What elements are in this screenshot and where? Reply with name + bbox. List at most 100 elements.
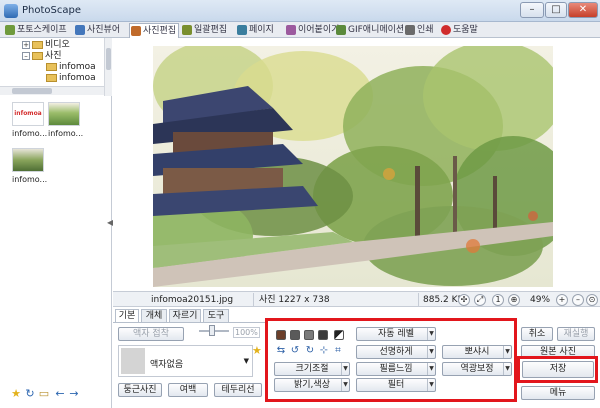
chevron-down-icon[interactable]: ▼ <box>427 363 435 375</box>
favorite-star-icon[interactable]: ★ <box>10 388 22 400</box>
tab-page[interactable]: 페이지 <box>236 23 283 38</box>
gray-swatch-icon[interactable] <box>304 330 314 340</box>
thumbnail-label: infomo... <box>12 175 48 184</box>
chevron-down-icon[interactable]: ▼ <box>341 363 349 375</box>
redo-button[interactable]: 재실행 <box>557 327 595 341</box>
tab-print[interactable]: 인쇄 <box>404 23 440 38</box>
tab-editor[interactable]: 사진편집 <box>129 23 179 38</box>
brightness-color-button[interactable]: 밝기,색상 ▼ <box>274 378 350 392</box>
sepia-swatch-icon[interactable] <box>276 330 286 340</box>
resize-button[interactable]: 크기조절 ▼ <box>274 362 350 376</box>
round-photo-button[interactable]: 둥근사진 <box>118 383 162 397</box>
tree-item-infomoa-1[interactable]: infomoa <box>46 62 96 73</box>
tab-gif[interactable]: GIF애니메이션 <box>335 23 403 38</box>
folder-tree: + 비디오 – 사진 infomoa infomoa <box>0 38 104 86</box>
status-bar: infomoa20151.jpg 사진 1227 x 738 885.2 KB … <box>113 291 600 307</box>
straighten-icon[interactable]: ⊹ <box>318 345 330 357</box>
tree-item-photos[interactable]: – 사진 <box>22 51 62 62</box>
filter-label: 필터 <box>387 380 405 390</box>
edited-photo <box>153 46 553 287</box>
bloom-button[interactable]: 뽀샤시 ▼ <box>442 345 512 359</box>
zoom-fit-icon[interactable]: ⊕ <box>508 294 520 306</box>
expand-icon[interactable]: + <box>22 40 30 49</box>
black-swatch-icon[interactable] <box>318 330 328 340</box>
zoom-in-icon[interactable]: + <box>556 294 568 306</box>
refresh-icon[interactable]: ↻ <box>24 388 36 400</box>
tab-viewer[interactable]: 사진뷰어 <box>74 23 128 38</box>
film-effect-label: 필름느낌 <box>379 364 413 374</box>
border-line-button[interactable]: 테두리선 <box>214 383 262 397</box>
scroll-thumb[interactable] <box>12 88 52 94</box>
main-tab-bar: 포토스케이프 사진뷰어 사진편집 일괄편집 페이지 이어붙이기 GIF애니메이션… <box>0 22 600 38</box>
tab-label: 도움말 <box>453 25 478 35</box>
zoom-out-icon[interactable]: – <box>572 294 584 306</box>
chevron-down-icon[interactable]: ▼ <box>503 363 511 375</box>
chevron-down-icon[interactable]: ▼ <box>427 328 435 340</box>
actual-size-icon[interactable]: 1 <box>492 294 504 306</box>
bloom-label: 뽀샤시 <box>464 347 490 357</box>
tab-basic[interactable]: 기본 <box>115 309 139 323</box>
tree-item-label: 사진 <box>45 51 62 61</box>
invert-swatch-icon[interactable] <box>334 330 344 340</box>
image-canvas[interactable] <box>113 38 600 291</box>
save-button[interactable]: 저장 <box>522 361 594 378</box>
fit-screen-icon[interactable]: ⤢ <box>474 294 486 306</box>
flip-icon[interactable]: ⇆ <box>275 345 287 357</box>
photoscape-app-icon <box>4 4 18 18</box>
chevron-down-icon[interactable]: ▼ <box>427 346 435 358</box>
film-effect-button[interactable]: 필름느낌 ▼ <box>356 362 436 376</box>
menu-button[interactable]: 메뉴 <box>521 386 595 400</box>
tree-item-label: infomoa <box>59 73 96 83</box>
tab-crop[interactable]: 자르기 <box>169 309 201 323</box>
auto-level-button[interactable]: 자동 레벨 ▼ <box>356 327 436 341</box>
tab-photoscape-home[interactable]: 포토스케이프 <box>4 23 72 38</box>
rotate-left-icon[interactable]: ↺ <box>289 345 301 357</box>
brightness-color-label: 밝기,색상 <box>294 380 330 390</box>
chevron-down-icon[interactable]: ▼ <box>244 357 249 365</box>
frame-selector[interactable]: 액자없음 ▼ <box>118 345 253 377</box>
folder-icon <box>46 73 57 82</box>
tab-tools[interactable]: 도구 <box>203 309 229 323</box>
thumbnail-item[interactable]: infomo... <box>48 102 83 138</box>
close-button[interactable]: ✕ <box>568 2 598 18</box>
dark-swatch-icon[interactable] <box>290 330 300 340</box>
chevron-down-icon[interactable]: ▼ <box>503 346 511 358</box>
home-icon <box>5 25 15 35</box>
tab-label: 포토스케이프 <box>17 25 67 35</box>
open-folder-icon[interactable]: ▭ <box>38 388 50 400</box>
tree-item-video[interactable]: + 비디오 <box>22 40 70 51</box>
tree-vertical-scrollbar[interactable] <box>104 38 112 96</box>
margin-button[interactable]: 여백 <box>168 383 208 397</box>
collapse-icon[interactable]: – <box>22 51 30 60</box>
tree-item-infomoa-2[interactable]: infomoa <box>46 73 96 84</box>
left-toolbar: ★ ↻ ▭ ← → <box>0 384 104 406</box>
zoom-menu-icon[interactable]: ⊙ <box>586 294 598 306</box>
filter-button[interactable]: 필터 ▼ <box>356 378 436 392</box>
thumbnail-item[interactable]: infomoa infomo... <box>12 102 47 138</box>
tab-objects[interactable]: 개체 <box>141 309 167 323</box>
favorite-frame-star-icon[interactable]: ★ <box>252 344 262 357</box>
crop-rotate-icon[interactable]: ⌗ <box>332 345 344 357</box>
tree-horizontal-scrollbar[interactable] <box>0 86 104 95</box>
tab-help[interactable]: 도움말 <box>440 23 490 38</box>
maximize-button[interactable]: □ <box>545 2 567 18</box>
minimize-button[interactable]: – <box>520 2 544 18</box>
thumbnail-item[interactable]: infomo... <box>12 148 48 184</box>
rotate-right-icon[interactable]: ↻ <box>304 345 316 357</box>
backlight-correction-button[interactable]: 역광보정 ▼ <box>442 362 512 376</box>
scroll-thumb[interactable] <box>106 48 111 70</box>
slider-handle[interactable] <box>209 325 215 336</box>
tab-batch[interactable]: 일괄편집 <box>181 23 235 38</box>
painted-pavilion-photo-image <box>153 46 553 287</box>
frame-merge-button[interactable]: 액자 접착 <box>118 327 184 341</box>
back-arrow-icon[interactable]: ← <box>54 388 66 400</box>
sharpen-button[interactable]: 선명하게 ▼ <box>356 345 436 359</box>
chevron-down-icon[interactable]: ▼ <box>341 379 349 391</box>
chevron-down-icon[interactable]: ▼ <box>427 379 435 391</box>
frame-opacity-value: 100% <box>233 327 260 338</box>
status-divider <box>418 293 419 306</box>
cancel-button[interactable]: 취소 <box>521 327 553 341</box>
grid-icon[interactable]: ✣ <box>458 294 470 306</box>
forward-arrow-icon[interactable]: → <box>68 388 80 400</box>
tab-label: 인쇄 <box>417 25 434 35</box>
